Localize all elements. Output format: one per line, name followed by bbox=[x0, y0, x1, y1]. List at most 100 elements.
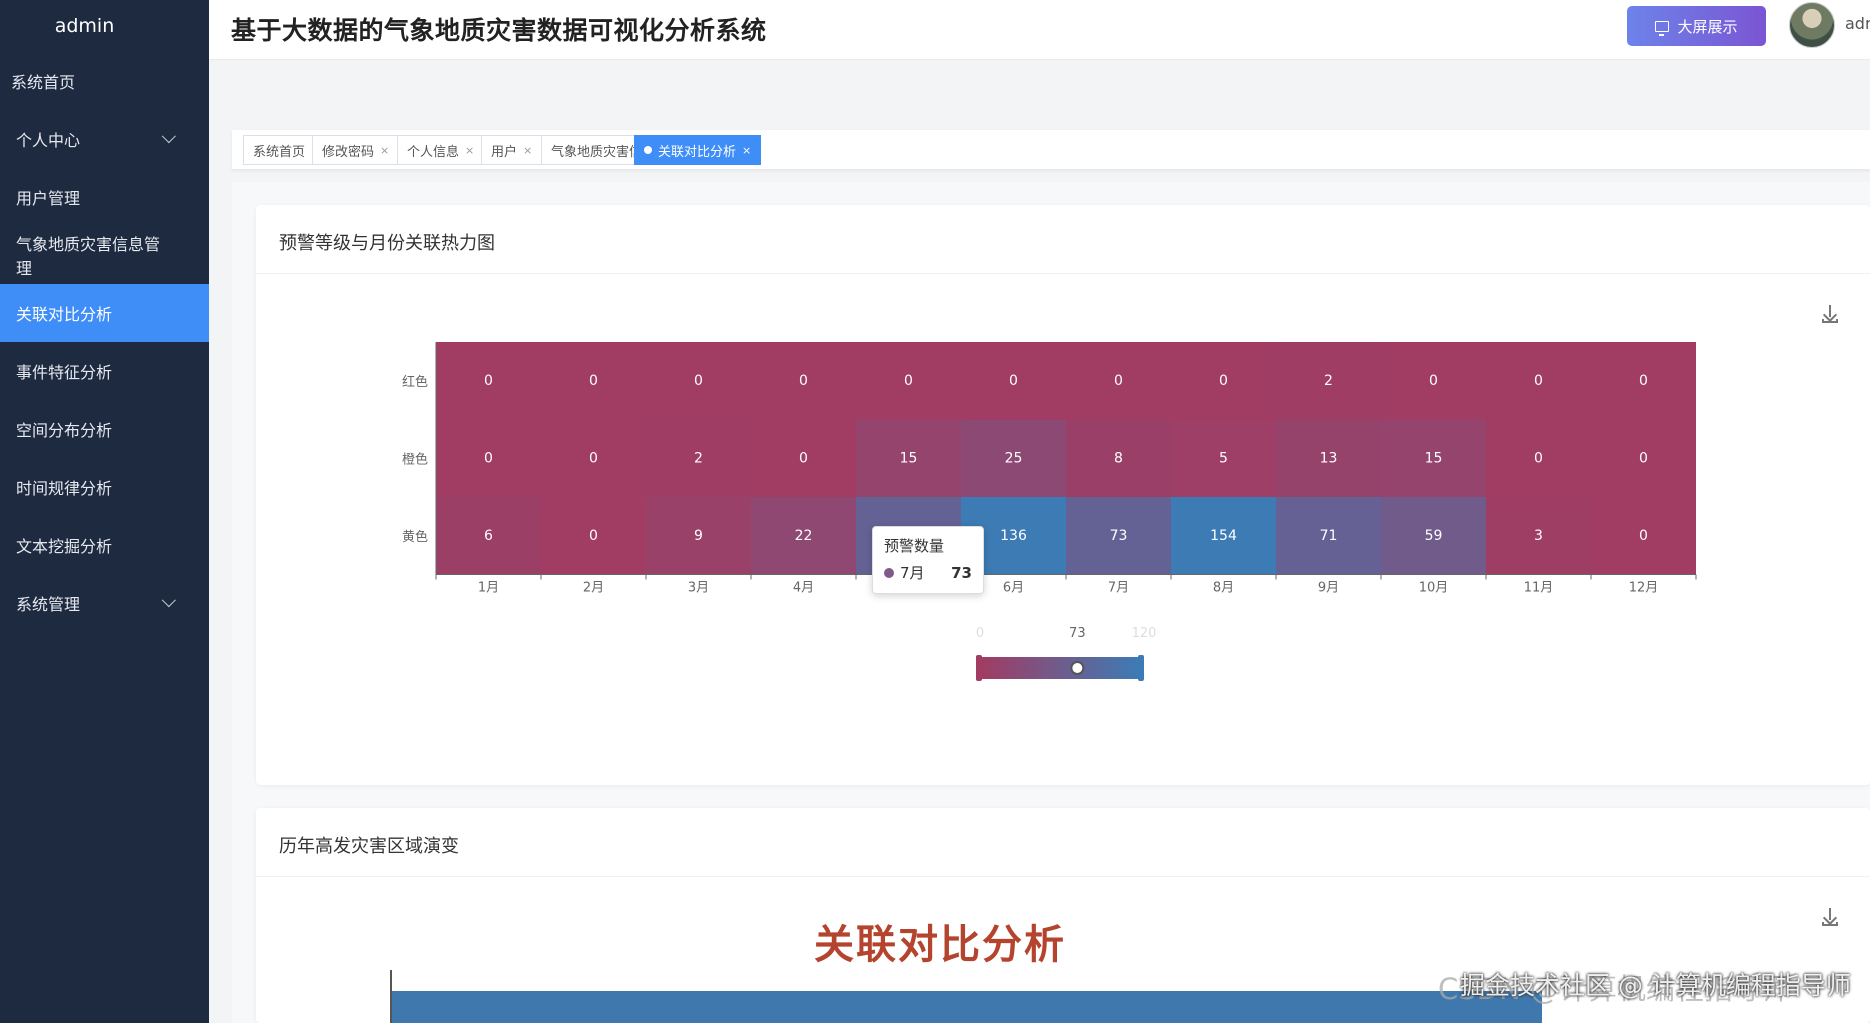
page-title: 基于大数据的气象地质灾害数据可视化分析系统 bbox=[231, 16, 767, 45]
region-chart-heading: 关联对比分析 bbox=[814, 922, 1066, 968]
cell-label: 0 bbox=[799, 450, 808, 466]
sidebar-item[interactable]: 关联对比分析 bbox=[0, 284, 209, 342]
cell-label: 73 bbox=[1110, 528, 1128, 544]
tab[interactable]: 用户 × bbox=[481, 135, 543, 165]
cell-label: 0 bbox=[1114, 373, 1123, 389]
y-tick-label: 黄色 bbox=[402, 529, 428, 545]
chart-tooltip: 预警数量 7月 73 bbox=[872, 526, 984, 594]
sidebar-item-label: 系统首页 bbox=[11, 73, 76, 92]
close-icon[interactable]: × bbox=[742, 144, 751, 157]
avatar[interactable] bbox=[1789, 2, 1835, 48]
tab-bar: 系统首页修改密码×个人信息×用户×气象地质灾害信息×关联对比分析× bbox=[232, 130, 1870, 170]
y-tick-label: 橙色 bbox=[402, 451, 428, 467]
cell-label: 71 bbox=[1320, 528, 1338, 544]
download-icon[interactable] bbox=[1822, 908, 1838, 926]
cell-label: 0 bbox=[484, 373, 493, 389]
x-tick-label: 7月 bbox=[1108, 581, 1129, 596]
sidebar-item-label: 时间规律分析 bbox=[16, 479, 113, 498]
visual-map-indicator bbox=[1070, 661, 1085, 675]
sidebar-item-label: 事件特征分析 bbox=[16, 363, 113, 382]
cell-label: 22 bbox=[795, 528, 813, 544]
visual-map-max-handle bbox=[1138, 655, 1144, 681]
x-tick-label: 12月 bbox=[1629, 581, 1659, 596]
tab-label: 用户 bbox=[491, 144, 518, 160]
tooltip-value: 73 bbox=[951, 563, 972, 582]
x-tick-label: 3月 bbox=[688, 581, 709, 596]
x-tick-label: 4月 bbox=[793, 581, 814, 596]
cell-label: 0 bbox=[1639, 528, 1648, 544]
cell-label: 0 bbox=[484, 450, 493, 466]
x-tick-label: 6月 bbox=[1003, 581, 1024, 596]
monitor-icon bbox=[1655, 20, 1670, 36]
sidebar-item-label: 系统管理 bbox=[16, 595, 81, 614]
sidebar-item[interactable]: 用户管理 bbox=[0, 168, 209, 226]
tab[interactable]: 关联对比分析 × bbox=[634, 135, 762, 165]
tab[interactable]: 系统首页 bbox=[243, 135, 316, 165]
cell-label: 2 bbox=[694, 450, 703, 466]
cell-label: 0 bbox=[694, 373, 703, 389]
x-tick-label: 10月 bbox=[1419, 581, 1449, 596]
x-tick-label: 1月 bbox=[478, 581, 499, 596]
cell-label: 0 bbox=[1639, 373, 1648, 389]
cell-label: 0 bbox=[589, 450, 598, 466]
tab-label: 系统首页 bbox=[253, 144, 306, 160]
sidebar-brand: admin bbox=[54, 15, 115, 37]
cell-label: 9 bbox=[694, 528, 703, 544]
bigscreen-button[interactable]: 大屏展示 bbox=[1627, 6, 1766, 46]
tab[interactable]: 个人信息 × bbox=[397, 135, 485, 165]
sidebar-item[interactable]: 系统首页 bbox=[0, 52, 209, 110]
cell-label: 2 bbox=[1324, 373, 1333, 389]
sidebar-item-label: 气象地质灾害信息管理 bbox=[16, 235, 161, 278]
cell-label: 0 bbox=[1639, 450, 1648, 466]
tab-label: 个人信息 bbox=[407, 144, 460, 160]
close-icon[interactable]: × bbox=[465, 144, 474, 157]
sidebar-item[interactable]: 事件特征分析 bbox=[0, 342, 209, 400]
visual-map-min-label: 0 bbox=[976, 626, 984, 641]
cell-label: 0 bbox=[1534, 450, 1543, 466]
cell-label: 5 bbox=[1219, 450, 1228, 466]
cell-label: 154 bbox=[1210, 528, 1237, 544]
cell-label: 15 bbox=[900, 450, 918, 466]
username[interactable]: adr bbox=[1845, 14, 1870, 33]
visual-map-current-label: 73 bbox=[1069, 626, 1086, 641]
region-chart-bar bbox=[392, 991, 1542, 1023]
tab-label: 关联对比分析 bbox=[658, 144, 737, 160]
sidebar-item[interactable]: 气象地质灾害信息管理 bbox=[0, 226, 209, 284]
x-tick-label: 8月 bbox=[1213, 581, 1234, 596]
visual-map-min-handle bbox=[976, 655, 982, 681]
x-tick-label: 2月 bbox=[583, 581, 604, 596]
watermark: 掘金技术社区 @ 计算机编程指导师 bbox=[1460, 971, 1851, 1000]
cell-label: 0 bbox=[1219, 373, 1228, 389]
x-tick-label: 9月 bbox=[1318, 581, 1339, 596]
close-icon[interactable]: × bbox=[380, 144, 389, 157]
sidebar-item[interactable]: 空间分布分析 bbox=[0, 400, 209, 458]
tab[interactable]: 修改密码 × bbox=[312, 135, 400, 165]
cell-label: 15 bbox=[1425, 450, 1443, 466]
tooltip-marker bbox=[884, 567, 894, 578]
y-tick-label: 红色 bbox=[402, 374, 428, 390]
sidebar-item-label: 用户管理 bbox=[16, 189, 81, 208]
cell-label: 3 bbox=[1534, 528, 1543, 544]
cell-label: 0 bbox=[589, 373, 598, 389]
sidebar-item[interactable]: 系统管理 bbox=[0, 574, 209, 632]
cell-label: 0 bbox=[589, 528, 598, 544]
sidebar-item[interactable]: 时间规律分析 bbox=[0, 458, 209, 516]
cell-label: 0 bbox=[799, 373, 808, 389]
sidebar-item-label: 空间分布分析 bbox=[16, 421, 113, 440]
cell-label: 6 bbox=[484, 528, 493, 544]
cell-label: 0 bbox=[904, 373, 913, 389]
tooltip-title: 预警数量 bbox=[884, 537, 945, 555]
cell-label: 13 bbox=[1320, 450, 1338, 466]
heatmap-chart: 0 0 0 0 0 0 0 0 2 0 0 0 0 0 2 0 15 25 8 5 13 15 0 0 6 0 9 22 73 136 73… bbox=[402, 342, 1697, 681]
sidebar-item[interactable]: 个人中心 bbox=[0, 110, 209, 168]
cell-label: 136 bbox=[1000, 528, 1027, 544]
active-dot-icon bbox=[644, 146, 652, 154]
cell-label: 8 bbox=[1114, 450, 1123, 466]
region-card-title: 历年高发灾害区域演变 bbox=[279, 836, 459, 857]
cell-label: 0 bbox=[1429, 373, 1438, 389]
cell-label: 0 bbox=[1009, 373, 1018, 389]
cell-label: 25 bbox=[1005, 450, 1023, 466]
close-icon[interactable]: × bbox=[523, 144, 532, 157]
sidebar-item[interactable]: 文本挖掘分析 bbox=[0, 516, 209, 574]
sidebar: admin 系统首页个人中心用户管理气象地质灾害信息管理关联对比分析事件特征分析… bbox=[0, 0, 209, 1023]
